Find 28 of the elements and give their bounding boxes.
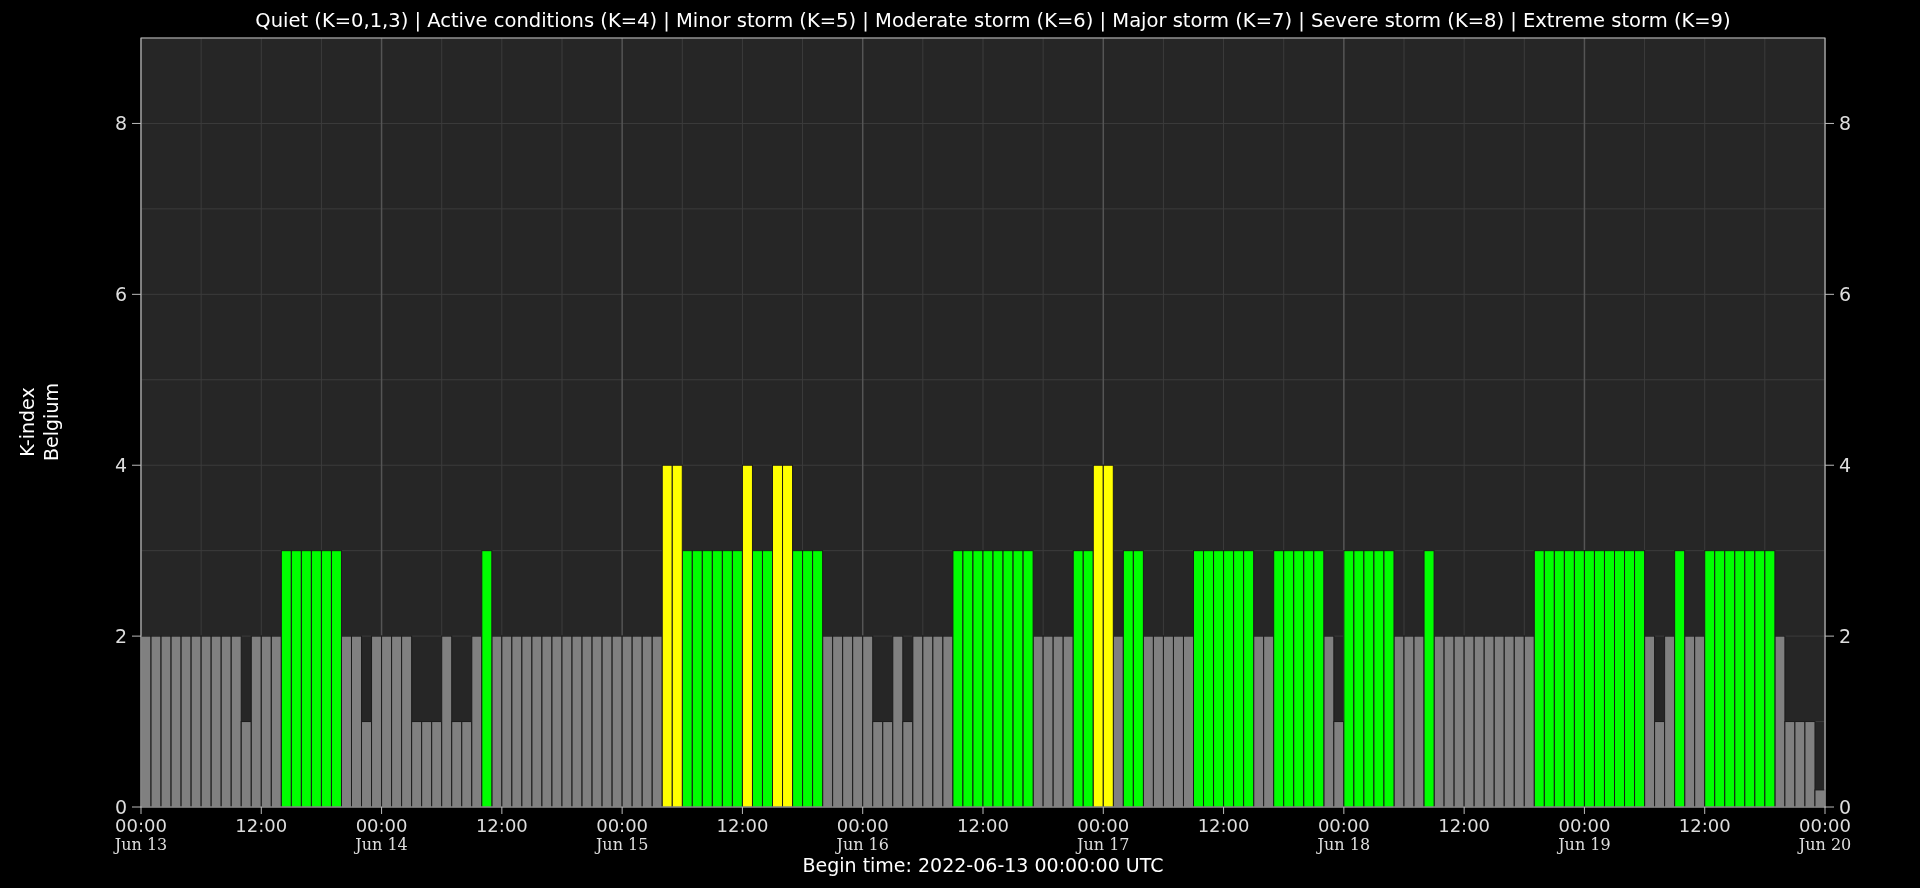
tick-label: 00:00 Jun 20 <box>1798 815 1852 854</box>
axis-label: K-index Belgium <box>16 383 62 461</box>
tick-label: 6 <box>114 283 127 306</box>
tick-label: 12:00 <box>475 815 528 836</box>
tick-label: 4 <box>1839 454 1852 477</box>
tick-label: 00:00 Jun 19 <box>1558 815 1611 854</box>
tick-label: 2 <box>1839 625 1852 648</box>
tick-label: 8 <box>1839 112 1852 135</box>
tick-label: 00:00 Jun 15 <box>595 815 649 854</box>
tick-label: 00:00 Jun 16 <box>836 815 889 854</box>
tick-label: 00:00 Jun 17 <box>1077 815 1130 854</box>
tick-label: 4 <box>114 454 127 477</box>
tick-label: 00:00 Jun 18 <box>1317 815 1371 854</box>
tick-label: 0 <box>1839 796 1852 818</box>
tick-label: 12:00 <box>957 815 1009 836</box>
tick-label: 6 <box>1839 283 1852 306</box>
tick-label: 0 <box>114 796 127 818</box>
axis-label: Begin time: 2022-06-13 00:00:00 UTC <box>802 854 1164 876</box>
chart-title: Quiet (K=0,1,3) | Active conditions (K=4) | Minor storm (K=5) | Moderate storm (K=6) | Major storm (K=7) | Severe storm (K=8) | Extreme storm (K=9) <box>255 9 1731 32</box>
tick-label: 12:00 <box>716 815 769 836</box>
tick-label: 2 <box>114 625 127 648</box>
tick-label: 00:00 Jun 13 <box>114 815 168 854</box>
tick-label: 00:00 Jun 14 <box>355 815 408 854</box>
tick-label: 12:00 <box>235 815 288 836</box>
tick-label: 12:00 <box>1197 815 1250 836</box>
tick-label: 8 <box>114 112 127 135</box>
tick-label: 12:00 <box>1678 815 1731 836</box>
tick-label: 12:00 <box>1438 815 1491 836</box>
